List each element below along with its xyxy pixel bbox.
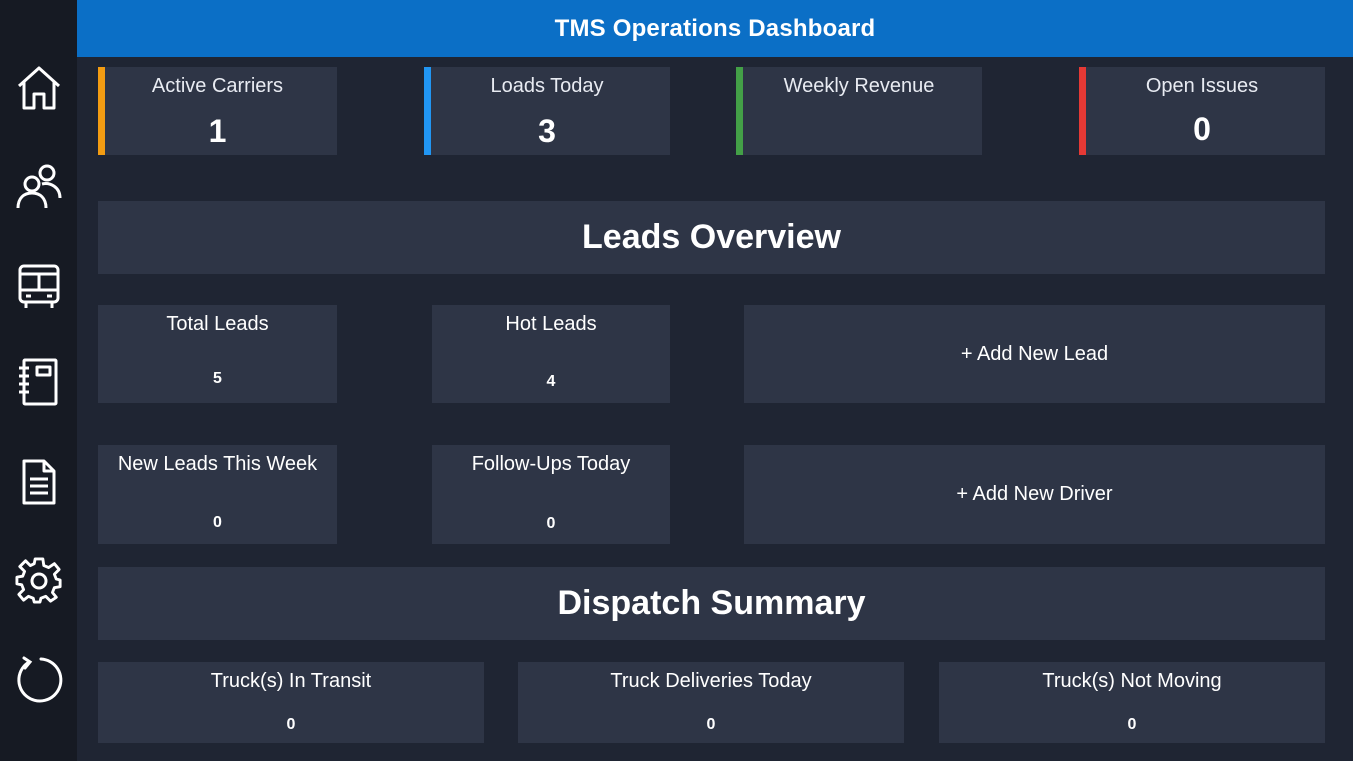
stat-label: Truck(s) Not Moving: [1042, 670, 1222, 692]
page-title: TMS Operations Dashboard: [554, 14, 876, 42]
stat-label: Truck Deliveries Today: [610, 670, 812, 692]
stat-value: 0: [1127, 716, 1137, 733]
nav-home-button[interactable]: [0, 58, 77, 118]
refresh-icon: [16, 656, 62, 703]
stat-value: 4: [546, 373, 556, 390]
kpi-open-issues: Open Issues 0: [1079, 67, 1325, 155]
stat-label: Total Leads: [166, 313, 269, 335]
leads-overview-header: Leads Overview: [98, 201, 1325, 274]
kpi-label: Open Issues: [1145, 75, 1259, 97]
add-new-driver-button[interactable]: + Add New Driver: [744, 445, 1325, 544]
stat-value: 0: [213, 514, 222, 531]
stat-hot-leads: Hot Leads 4: [432, 305, 670, 403]
add-new-lead-button[interactable]: + Add New Lead: [744, 305, 1325, 403]
app-header: TMS Operations Dashboard: [77, 0, 1353, 57]
home-icon: [17, 66, 60, 110]
stat-trucks-in-transit: Truck(s) In Transit 0: [98, 662, 484, 743]
nav-fleet-button[interactable]: [0, 256, 77, 316]
kpi-label: Weekly Revenue: [783, 75, 935, 97]
stat-value: 0: [286, 716, 296, 733]
nav-notebook-button[interactable]: [0, 352, 77, 412]
kpi-value: 3: [538, 113, 556, 149]
kpi-loads-today: Loads Today 3: [424, 67, 670, 155]
stat-follow-ups-today: Follow-Ups Today 0: [432, 445, 670, 544]
stat-trucks-not-moving: Truck(s) Not Moving 0: [939, 662, 1325, 743]
stat-value: 0: [706, 716, 716, 733]
kpi-value: 0: [1193, 111, 1211, 147]
stat-new-leads-week: New Leads This Week 0: [98, 445, 337, 544]
nav-refresh-button[interactable]: [0, 650, 77, 710]
kpi-label: Active Carriers: [151, 75, 284, 97]
users-icon: [16, 164, 61, 209]
kpi-weekly-revenue: Weekly Revenue: [736, 67, 982, 155]
nav-users-button[interactable]: [0, 156, 77, 216]
dispatch-summary-header: Dispatch Summary: [98, 567, 1325, 640]
stat-label: Follow-Ups Today: [471, 453, 631, 475]
stat-label: Truck(s) In Transit: [210, 670, 372, 692]
notebook-icon: [18, 358, 57, 406]
stat-label: New Leads This Week: [117, 453, 318, 475]
kpi-label: Loads Today: [490, 75, 604, 97]
bus-icon: [18, 264, 59, 308]
section-title: Dispatch Summary: [557, 584, 866, 622]
section-title: Leads Overview: [582, 218, 841, 256]
stat-total-leads: Total Leads 5: [98, 305, 337, 403]
nav-documents-button[interactable]: [0, 452, 77, 512]
gear-icon: [14, 557, 62, 604]
stat-truck-deliveries-today: Truck Deliveries Today 0: [518, 662, 904, 743]
kpi-active-carriers: Active Carriers 1: [98, 67, 337, 155]
nav-settings-button[interactable]: [0, 550, 77, 610]
stat-value: 0: [546, 515, 556, 532]
kpi-value: 1: [208, 113, 227, 149]
stat-label: Hot Leads: [505, 313, 597, 335]
document-icon: [22, 459, 55, 505]
sidebar: [0, 0, 77, 761]
stat-value: 5: [213, 370, 222, 387]
